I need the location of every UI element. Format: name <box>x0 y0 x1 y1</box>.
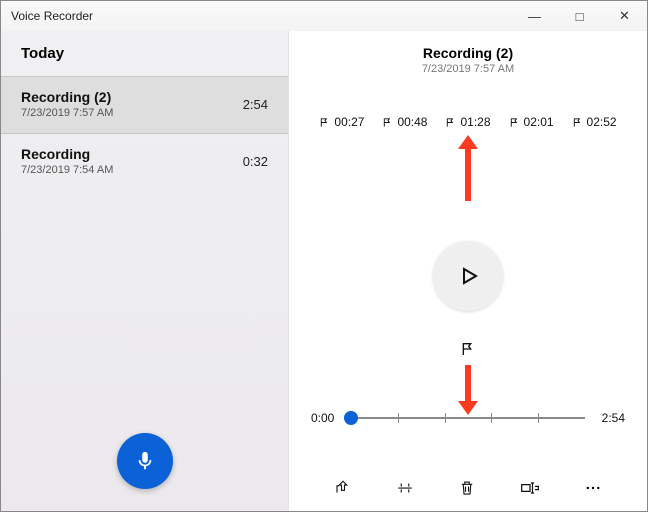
minimize-button[interactable]: — <box>512 1 557 31</box>
marker-item[interactable]: 02:52 <box>572 115 617 129</box>
timeline-track[interactable] <box>351 417 585 419</box>
recording-duration: 0:32 <box>243 154 268 169</box>
app-title: Voice Recorder <box>11 9 93 23</box>
recording-date: 7/23/2019 7:57 AM <box>21 107 113 119</box>
flag-icon <box>319 117 330 128</box>
sidebar-header: Today <box>1 31 288 72</box>
trim-icon <box>396 479 414 497</box>
marker-item[interactable]: 01:28 <box>445 115 490 129</box>
flag-icon <box>382 117 393 128</box>
share-button[interactable] <box>334 479 352 497</box>
player-date: 7/23/2019 7:57 AM <box>289 63 647 75</box>
record-button[interactable] <box>117 433 173 489</box>
flag-icon <box>460 341 476 357</box>
rename-button[interactable] <box>520 479 540 497</box>
recording-item[interactable]: Recording 7/23/2019 7:54 AM 0:32 <box>1 134 288 190</box>
marker-item[interactable]: 02:01 <box>509 115 554 129</box>
action-bar <box>289 479 647 497</box>
play-icon <box>456 264 480 288</box>
flag-icon <box>572 117 583 128</box>
marker-item[interactable]: 00:48 <box>382 115 427 129</box>
sidebar: Today Recording (2) 7/23/2019 7:57 AM 2:… <box>1 31 289 511</box>
timeline-thumb[interactable] <box>344 411 358 425</box>
rename-icon <box>520 481 540 495</box>
annotation-arrow-up <box>465 149 471 201</box>
maximize-button[interactable]: □ <box>557 1 602 31</box>
more-button[interactable] <box>584 479 602 497</box>
timeline-start: 0:00 <box>311 411 341 425</box>
window-controls: — □ ✕ <box>512 1 647 31</box>
delete-button[interactable] <box>458 479 476 497</box>
player-title: Recording (2) <box>289 45 647 61</box>
recording-item[interactable]: Recording (2) 7/23/2019 7:57 AM 2:54 <box>1 76 288 134</box>
annotation-arrow-down <box>465 365 471 401</box>
trash-icon <box>458 479 476 497</box>
close-button[interactable]: ✕ <box>602 1 647 31</box>
share-icon <box>334 479 352 497</box>
add-marker-button[interactable] <box>460 341 476 362</box>
marker-item[interactable]: 00:27 <box>319 115 364 129</box>
title-bar: Voice Recorder — □ ✕ <box>1 1 647 31</box>
recording-title: Recording <box>21 146 113 162</box>
flag-icon <box>509 117 520 128</box>
recording-title: Recording (2) <box>21 89 113 105</box>
recording-list: Recording (2) 7/23/2019 7:57 AM 2:54 Rec… <box>1 72 288 194</box>
player-panel: Recording (2) 7/23/2019 7:57 AM 00:27 00… <box>289 31 647 511</box>
marker-bar: 00:27 00:48 01:28 02:01 02:52 <box>289 115 647 129</box>
microphone-icon <box>134 450 156 472</box>
timeline-end: 2:54 <box>595 411 625 425</box>
more-icon <box>584 479 602 497</box>
trim-button[interactable] <box>396 479 414 497</box>
recording-duration: 2:54 <box>243 97 268 112</box>
recording-date: 7/23/2019 7:54 AM <box>21 164 113 176</box>
flag-icon <box>445 117 456 128</box>
play-button[interactable] <box>433 241 503 311</box>
